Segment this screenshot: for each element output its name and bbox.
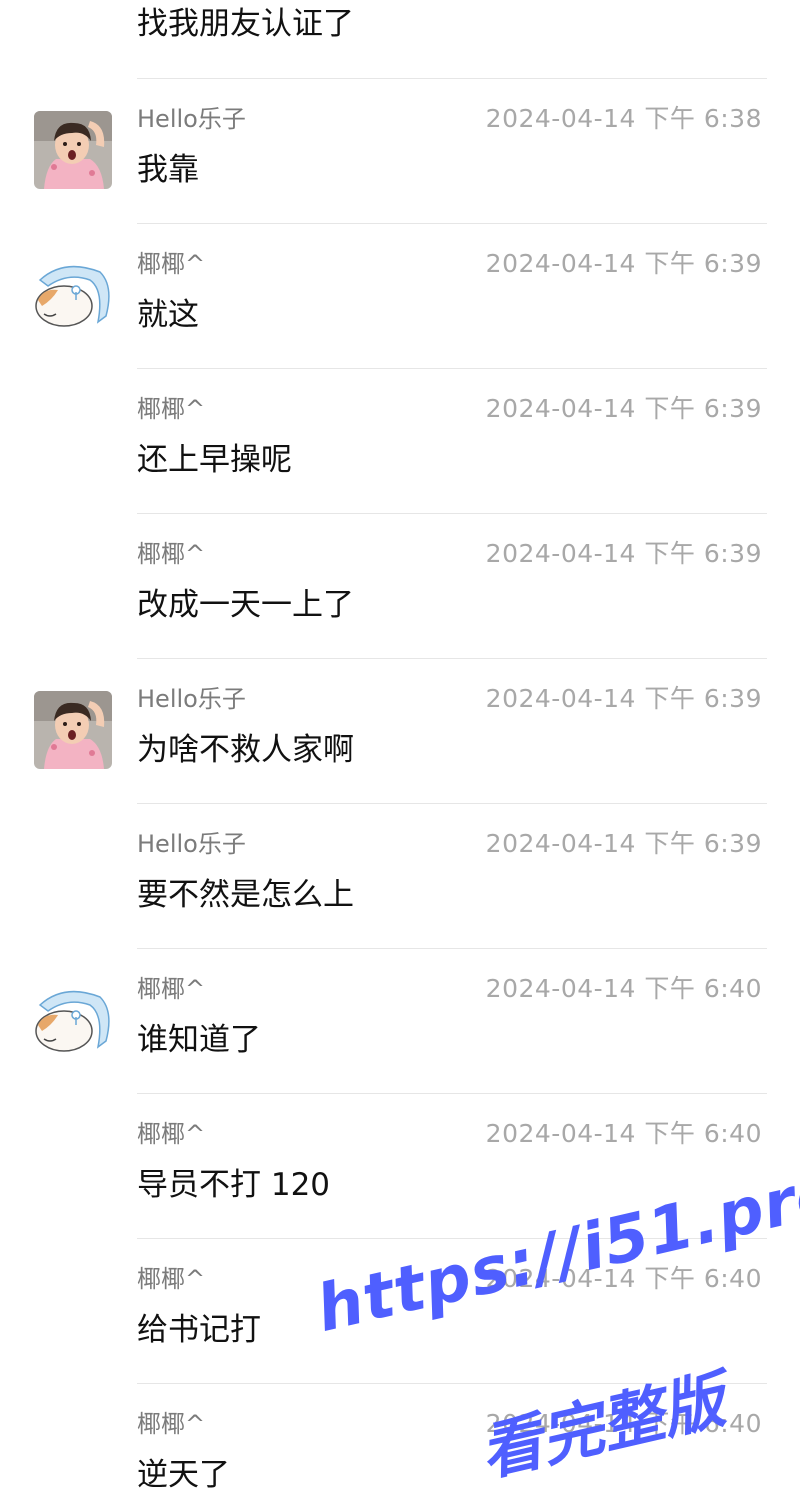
message-timestamp: 2024-04-14 下午 6:39 xyxy=(485,829,762,858)
avatar-hamster[interactable] xyxy=(34,256,112,334)
message-text: 我靠 xyxy=(137,152,199,188)
message-text: 改成一天一上了 xyxy=(137,587,354,623)
message-text: 要不然是怎么上 xyxy=(137,877,354,913)
chat-message[interactable]: Hello乐子 2024-04-14 下午 6:38 我靠 xyxy=(0,78,800,223)
message-text: 找我朋友认证了 xyxy=(137,6,354,42)
message-text: 还上早操呢 xyxy=(137,442,292,478)
message-text: 导员不打 120 xyxy=(137,1167,331,1203)
message-text: 给书记打 xyxy=(137,1312,261,1348)
message-partial: 找我朋友认证了 xyxy=(137,0,767,78)
chat-message[interactable]: Hello乐子 2024-04-14 下午 6:39 为啥不救人家啊 xyxy=(0,658,800,803)
chat-message[interactable]: 椰椰^ 2024-04-14 下午 6:40 谁知道了 xyxy=(0,948,800,1093)
message-timestamp: 2024-04-14 下午 6:39 xyxy=(485,394,762,423)
message-text: 逆天了 xyxy=(137,1457,230,1493)
message-timestamp: 2024-04-14 下午 6:40 xyxy=(485,1119,762,1148)
message-text: 为啥不救人家啊 xyxy=(137,732,354,768)
sender-name: 椰椰^ xyxy=(137,540,206,568)
chat-message[interactable]: 椰椰^ 2024-04-14 下午 6:40 逆天了 xyxy=(0,1383,800,1506)
sender-name: 椰椰^ xyxy=(137,395,206,423)
avatar-girl[interactable] xyxy=(34,111,112,189)
message-timestamp: 2024-04-14 下午 6:40 xyxy=(485,1264,762,1293)
sender-name: 椰椰^ xyxy=(137,1410,206,1438)
sender-name: Hello乐子 xyxy=(137,105,246,133)
message-timestamp: 2024-04-14 下午 6:40 xyxy=(485,974,762,1003)
sender-name: 椰椰^ xyxy=(137,250,206,278)
message-timestamp: 2024-04-14 下午 6:38 xyxy=(485,104,762,133)
avatar-girl[interactable] xyxy=(34,691,112,769)
message-timestamp: 2024-04-14 下午 6:39 xyxy=(485,539,762,568)
chat-message[interactable]: 椰椰^ 2024-04-14 下午 6:39 就这 xyxy=(0,223,800,368)
message-timestamp: 2024-04-14 下午 6:39 xyxy=(485,249,762,278)
sender-name: Hello乐子 xyxy=(137,830,246,858)
message-timestamp: 2024-04-14 下午 6:39 xyxy=(485,684,762,713)
message-text: 就这 xyxy=(137,297,199,333)
chat-message[interactable]: 椰椰^ 2024-04-14 下午 6:40 导员不打 120 xyxy=(0,1093,800,1238)
sender-name: 椰椰^ xyxy=(137,1265,206,1293)
message-timestamp: 2024-04-14 下午 6:40 xyxy=(485,1409,762,1438)
message-text: 谁知道了 xyxy=(137,1022,261,1058)
chat-message[interactable]: 椰椰^ 2024-04-14 下午 6:39 改成一天一上了 xyxy=(0,513,800,658)
sender-name: 椰椰^ xyxy=(137,975,206,1003)
sender-name: 椰椰^ xyxy=(137,1120,206,1148)
avatar-hamster[interactable] xyxy=(34,981,112,1059)
chat-message[interactable]: 椰椰^ 2024-04-14 下午 6:39 还上早操呢 xyxy=(0,368,800,513)
sender-name: Hello乐子 xyxy=(137,685,246,713)
chat-message[interactable]: 椰椰^ 2024-04-14 下午 6:40 给书记打 xyxy=(0,1238,800,1383)
chat-message[interactable]: Hello乐子 2024-04-14 下午 6:39 要不然是怎么上 xyxy=(0,803,800,948)
